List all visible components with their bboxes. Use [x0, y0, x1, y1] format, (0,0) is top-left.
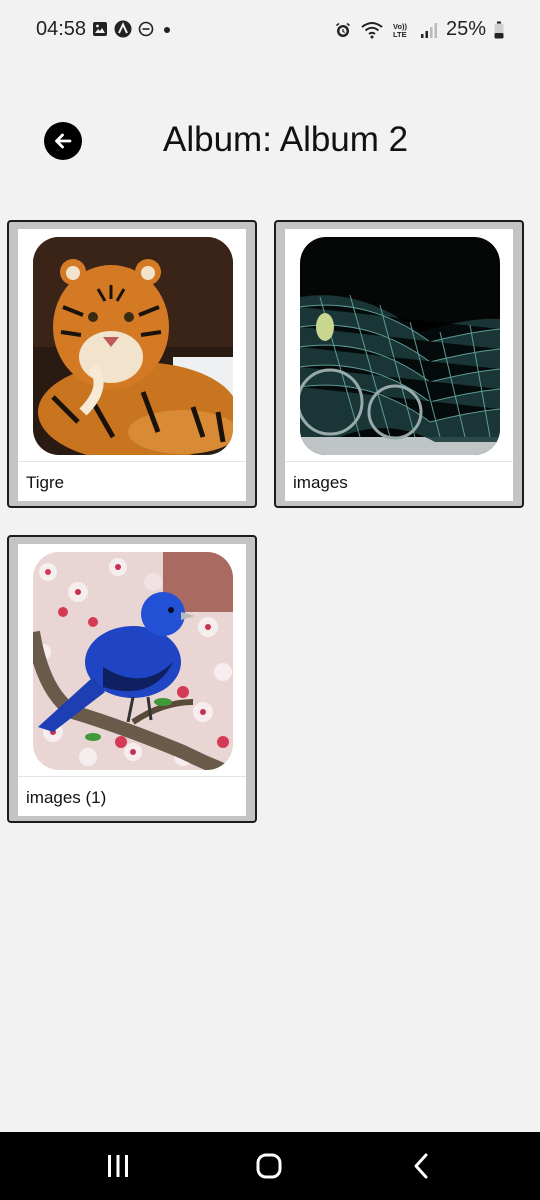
- status-icons-left: [92, 20, 174, 38]
- battery-icon: [494, 21, 504, 38]
- home-icon: [256, 1153, 282, 1179]
- photo-thumbnail-tiger[interactable]: [33, 237, 233, 455]
- dot-icon: [164, 27, 170, 33]
- photo-card-inner: Tigre: [18, 229, 246, 501]
- svg-text:LTE: LTE: [393, 30, 407, 39]
- volte-icon: Vo)) LTE: [393, 22, 408, 39]
- signal-icon: [420, 22, 437, 38]
- wifi-icon: [361, 21, 383, 38]
- photo-label: images (1): [26, 788, 107, 807]
- image-icon: [93, 22, 107, 36]
- card-divider: [285, 461, 513, 462]
- page-title: Album: Album 2: [163, 120, 409, 159]
- status-icons-right: Vo)) LTE 25%: [334, 18, 504, 41]
- header: Album: Album 2: [0, 108, 540, 172]
- photo-thumbnail-bird[interactable]: [33, 552, 233, 770]
- screen: 04:58 Vo)) LTE 25% Album: Album 2 Tigre …: [0, 0, 540, 1200]
- photo-card-inner: images (1): [18, 544, 246, 816]
- photo-card-inner: images: [285, 229, 513, 501]
- battery-percent: 25%: [445, 18, 486, 40]
- photo-thumbnail-motorcycle[interactable]: [300, 237, 500, 455]
- photo-card-images[interactable]: images: [274, 220, 524, 508]
- card-divider: [18, 461, 246, 462]
- alarm-icon: [335, 22, 350, 37]
- recent-apps-button[interactable]: [100, 1150, 136, 1182]
- app-icon: [114, 20, 132, 38]
- do-not-disturb-icon: [138, 21, 154, 37]
- back-button[interactable]: [44, 122, 82, 160]
- system-nav-bar: [0, 1132, 540, 1200]
- photo-card-tigre[interactable]: Tigre: [7, 220, 257, 508]
- status-time: 04:58: [36, 18, 87, 40]
- back-icon: [414, 1153, 428, 1179]
- arrow-left-icon: [55, 133, 72, 149]
- home-button[interactable]: [251, 1150, 287, 1182]
- photo-label: images: [293, 473, 348, 492]
- status-bar: 04:58 Vo)) LTE 25%: [0, 0, 540, 60]
- photo-card-images-1[interactable]: images (1): [7, 535, 257, 823]
- back-nav-button[interactable]: [403, 1150, 439, 1182]
- photo-label: Tigre: [26, 473, 65, 492]
- card-divider: [18, 776, 246, 777]
- recent-apps-icon: [108, 1155, 128, 1177]
